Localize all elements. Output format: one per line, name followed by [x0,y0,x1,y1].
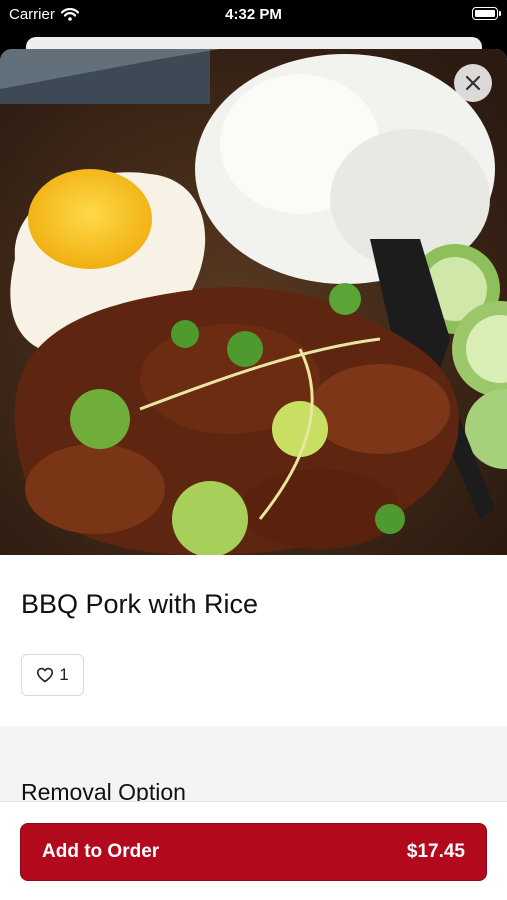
add-to-order-label: Add to Order [42,841,160,862]
add-to-order-button[interactable]: Add to Order $17.45 [20,823,487,881]
food-photo [0,49,507,555]
food-photo-illustration [0,49,507,555]
status-time: 4:32 PM [225,6,282,23]
heart-icon [37,667,54,683]
order-footer: Add to Order $17.45 [0,801,507,900]
close-button[interactable] [454,64,492,102]
like-button[interactable]: 1 [21,654,84,696]
like-count: 1 [59,665,69,684]
battery-icon [472,7,501,20]
close-icon [465,75,481,91]
item-title: BBQ Pork with Rice [21,589,259,619]
item-detail-sheet: BBQ Pork with Rice 1 Removal Option Add … [0,49,507,900]
status-bar: Carrier 4:32 PM [0,0,507,32]
order-price: $17.45 [406,841,465,862]
